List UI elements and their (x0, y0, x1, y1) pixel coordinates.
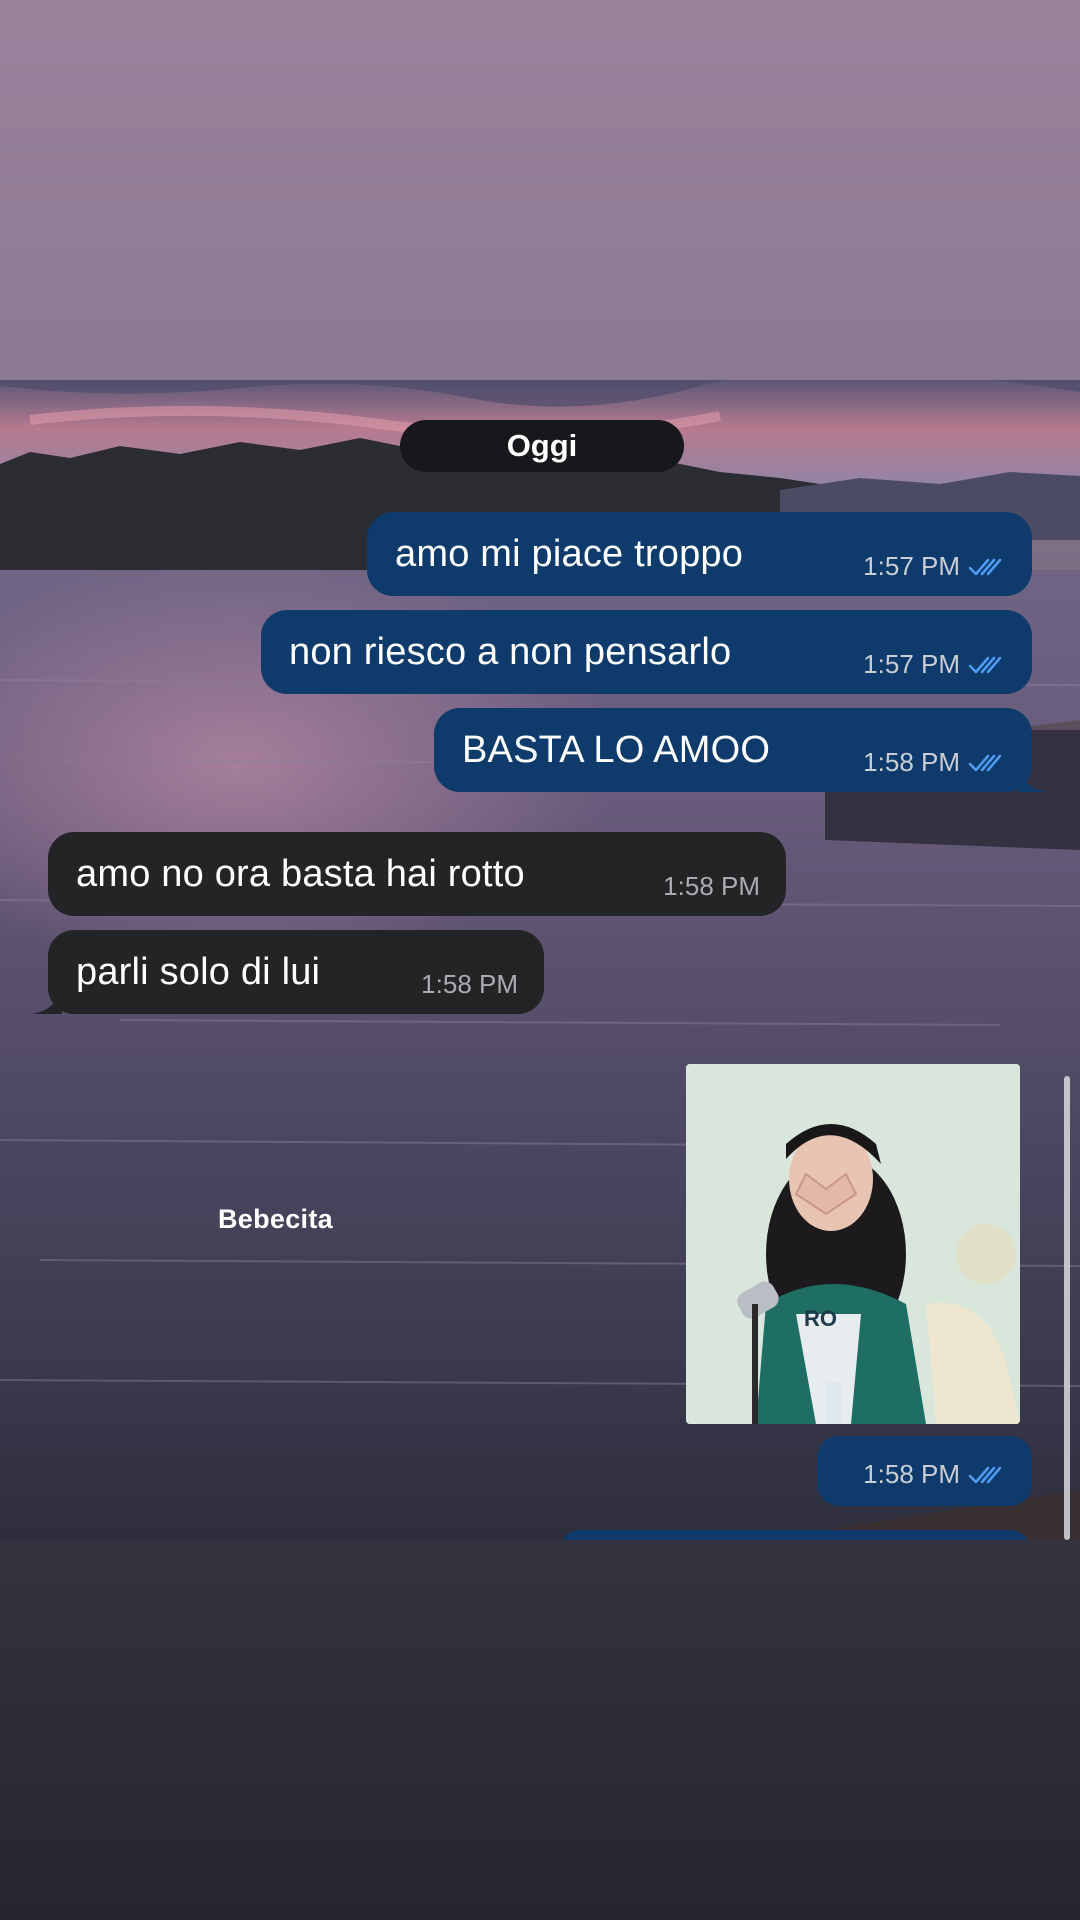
message-time: 1:57 PM (863, 551, 960, 581)
message-meta: 1:57 PM (863, 551, 1006, 582)
message-bubble-outgoing-partial (560, 1530, 1030, 1540)
scrollbar[interactable] (1064, 1076, 1070, 1540)
message-text: non riesco a non pensarlo (289, 630, 732, 673)
message-bubble-outgoing[interactable]: BASTA LO AMOO 1:58 PM (434, 708, 1046, 792)
story-caption: Bebecita (218, 1204, 333, 1234)
message-meta: 1:58 PM (863, 747, 1006, 778)
message-text: amo no ora basta hai rotto (76, 852, 525, 895)
message-meta: 1:58 PM (863, 1459, 1006, 1490)
double-check-icon (968, 558, 1002, 575)
date-separator: Oggi (400, 420, 684, 472)
message-text: BASTA LO AMOO (462, 728, 771, 771)
message-meta: 1:58 PM (663, 871, 760, 902)
message-time: 1:58 PM (863, 747, 960, 777)
story-top-background (0, 0, 1080, 380)
message-bubble-outgoing[interactable]: non riesco a non pensarlo 1:57 PM (261, 610, 1032, 694)
message-text: parli solo di lui (76, 950, 321, 993)
double-check-icon (968, 1466, 1002, 1483)
svg-text:RO: RO (804, 1306, 837, 1331)
message-meta: 1:58 PM (421, 969, 518, 1000)
photo-message[interactable]: RO (686, 1064, 1020, 1424)
double-check-icon (968, 754, 1002, 771)
bubble-tail (32, 988, 62, 1014)
photo-time-bubble: 1:58 PM (817, 1436, 1032, 1506)
message-time: 1:57 PM (863, 649, 960, 679)
message-time: 1:58 PM (863, 1459, 960, 1489)
story-bottom-background (0, 1540, 1080, 1920)
message-time: 1:58 PM (663, 871, 760, 901)
message-bubble-incoming[interactable]: parli solo di lui 1:58 PM (32, 930, 544, 1014)
message-bubble-outgoing[interactable]: amo mi piace troppo 1:57 PM (367, 512, 1032, 596)
bubble-tail (1018, 766, 1046, 792)
double-check-icon (968, 656, 1002, 673)
message-meta: 1:57 PM (863, 649, 1006, 680)
message-time: 1:58 PM (421, 969, 518, 999)
chat-screenshot: Oggi amo mi piace troppo 1:57 PM non rie… (0, 380, 1080, 1540)
message-bubble-incoming[interactable]: amo no ora basta hai rotto 1:58 PM (48, 832, 786, 916)
message-text: amo mi piace troppo (395, 532, 744, 575)
